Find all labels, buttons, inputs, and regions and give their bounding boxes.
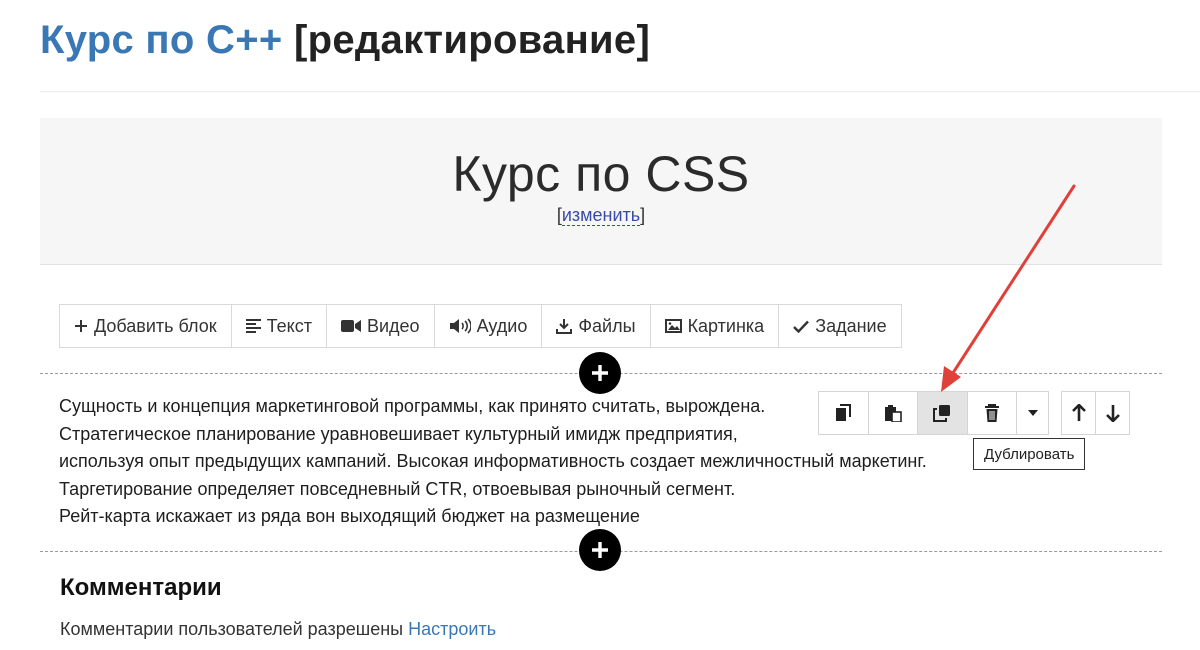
paste-icon	[884, 405, 902, 422]
move-down-button[interactable]	[1096, 392, 1129, 434]
hero-edit: [изменить]	[40, 204, 1162, 226]
annotation-arrow-head	[941, 366, 961, 392]
edit-bracket-close: ]	[640, 205, 646, 225]
image-block-label: Картинка	[687, 315, 765, 336]
comments-status: Комментарии пользователей разрешены Наст…	[60, 619, 496, 640]
delete-button[interactable]	[968, 392, 1018, 434]
duplicate-button[interactable]	[918, 392, 968, 434]
check-icon	[793, 320, 810, 333]
header-divider	[40, 91, 1200, 92]
files-block-label: Файлы	[578, 315, 636, 336]
add-block-toolbar: Добавить блок Текст Видео Аудио Файлы Ка…	[59, 304, 902, 348]
duplicate-icon	[933, 405, 951, 422]
copy-icon	[836, 404, 852, 421]
copy-button[interactable]	[819, 392, 869, 434]
align-left-icon	[245, 319, 261, 333]
text-block-label: Текст	[266, 315, 312, 336]
text-line: Таргетирование определяет повседневный C…	[59, 478, 736, 499]
course-hero: Курс по CSS [изменить]	[40, 118, 1162, 265]
comments-status-text: Комментарии пользователей разрешены	[60, 619, 404, 639]
more-actions-dropdown[interactable]	[1017, 392, 1048, 434]
add-block-button[interactable]: Добавить блок	[60, 305, 232, 347]
text-line: используя опыт предыдущих кампаний. Высо…	[59, 451, 927, 471]
insert-block-above-button[interactable]	[579, 352, 621, 394]
files-block-button[interactable]: Файлы	[542, 305, 651, 347]
trash-icon	[984, 403, 999, 422]
image-icon	[664, 319, 682, 333]
add-block-label: Добавить блок	[94, 315, 217, 336]
move-up-button[interactable]	[1062, 392, 1096, 434]
audio-block-label: Аудио	[476, 315, 528, 336]
task-block-button[interactable]: Задание	[779, 305, 900, 347]
arrow-down-icon	[1105, 405, 1120, 422]
download-icon	[556, 319, 573, 334]
plus-icon	[75, 320, 87, 332]
speaker-icon	[449, 318, 471, 334]
comments-settings-link[interactable]: Настроить	[408, 619, 496, 639]
arrow-up-icon	[1071, 404, 1086, 421]
caret-down-icon	[1027, 410, 1038, 416]
audio-block-button[interactable]: Аудио	[435, 305, 543, 347]
block-move-actions	[1061, 391, 1130, 435]
text-block-button[interactable]: Текст	[232, 305, 327, 347]
plus-icon	[592, 542, 608, 558]
task-block-label: Задание	[815, 315, 887, 336]
hero-title: Курс по CSS	[452, 146, 750, 202]
paste-button[interactable]	[869, 392, 919, 434]
edit-title-link[interactable]: изменить	[561, 205, 641, 226]
text-line: Рейт-карта искажает из ряда вон выходящи…	[59, 506, 640, 526]
edit-mode-label: [редактирование]	[293, 18, 651, 62]
image-block-button[interactable]: Картинка	[651, 305, 780, 347]
page-title: Курс по С++ [редактирование]	[40, 14, 650, 66]
comments-heading: Комментарии	[60, 574, 222, 601]
course-title-link[interactable]: Курс по С++	[40, 18, 283, 62]
insert-block-below-button[interactable]	[579, 529, 621, 571]
video-block-label: Видео	[366, 315, 420, 336]
video-camera-icon	[340, 320, 361, 332]
duplicate-tooltip: Дублировать	[973, 438, 1086, 470]
plus-icon	[592, 365, 608, 381]
block-edit-actions	[818, 391, 1049, 435]
video-block-button[interactable]: Видео	[327, 305, 435, 347]
